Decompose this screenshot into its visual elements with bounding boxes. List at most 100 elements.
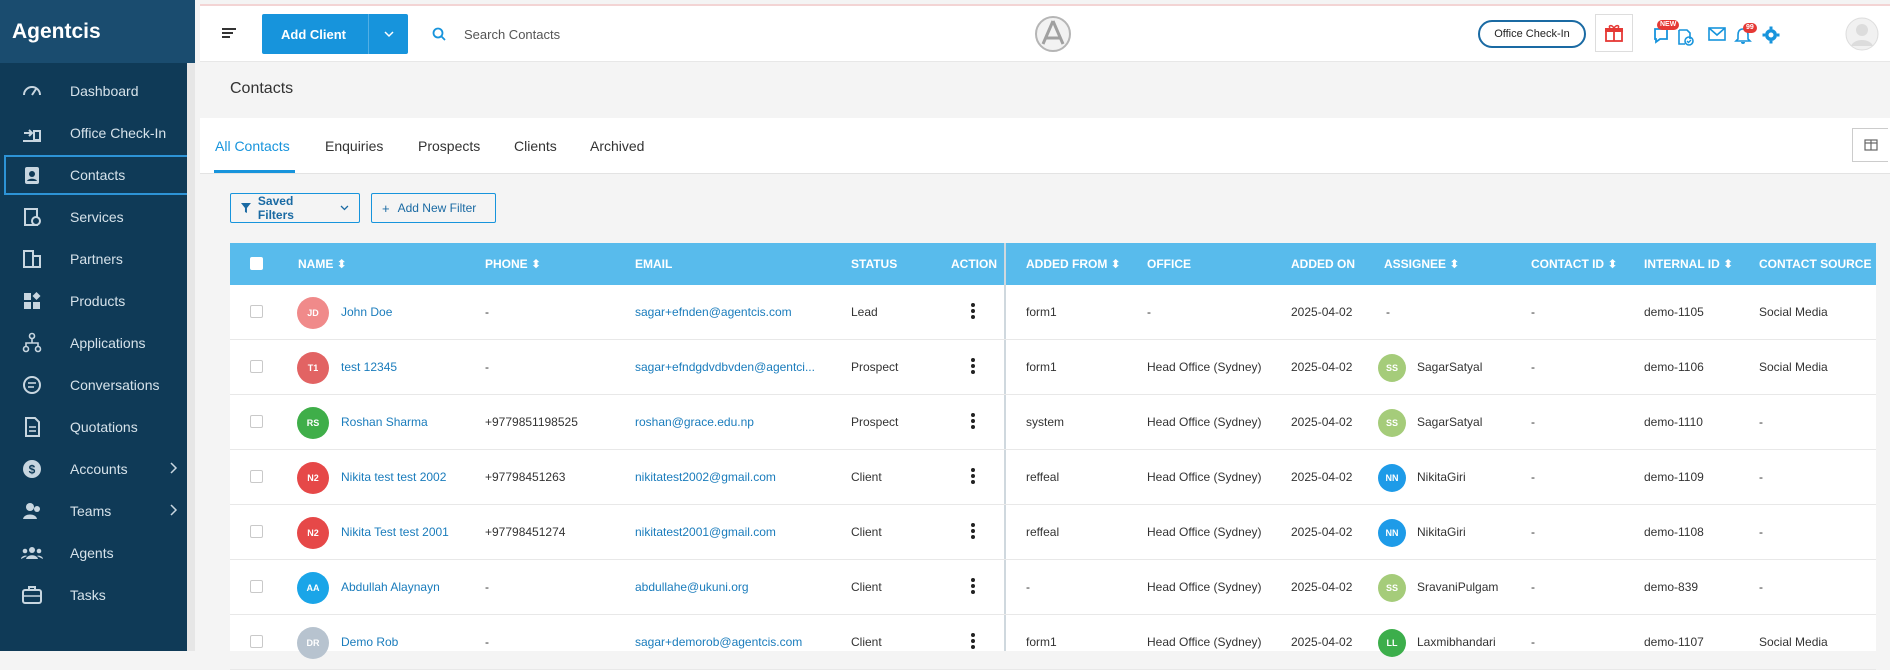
contact-assignee: - [1386, 305, 1390, 319]
search-input[interactable] [462, 22, 762, 46]
more-actions-icon[interactable] [970, 633, 976, 649]
page-title: Contacts [230, 80, 294, 97]
saved-filters-button[interactable]: Saved Filters [230, 193, 360, 223]
contact-avatar: RS [297, 407, 329, 439]
add-new-filter-button[interactable]: + Add New Filter [371, 193, 496, 223]
sidebar-item-quotations[interactable]: Quotations [4, 407, 191, 447]
table-row[interactable]: JD John Doe - sagar+efnden@agentcis.com … [230, 285, 1876, 340]
tab-clients[interactable]: Clients [514, 138, 557, 154]
services-icon [20, 205, 44, 229]
mail-icon[interactable] [1708, 26, 1726, 47]
contact-assignee: SagarSatyal [1417, 360, 1483, 374]
sidebar-item-label: Services [70, 209, 124, 225]
menu-toggle-icon[interactable] [222, 26, 238, 45]
table-row[interactable]: DR Demo Rob - sagar+demorob@agentcis.com… [230, 615, 1876, 670]
contact-email-link[interactable]: abdullahe@ukuni.org [635, 580, 749, 594]
contact-name-link[interactable]: John Doe [341, 305, 392, 319]
tab-all-contacts[interactable]: All Contacts [215, 138, 290, 154]
contact-email-link[interactable]: roshan@grace.edu.np [635, 415, 754, 429]
contact-name-link[interactable]: Demo Rob [341, 635, 398, 649]
contact-email-link[interactable]: sagar+efndgdvdbvden@agentci... [635, 360, 815, 374]
table-row[interactable]: T1 test 12345 - sagar+efndgdvdbvden@agen… [230, 340, 1876, 395]
tab-prospects[interactable]: Prospects [418, 138, 480, 154]
row-checkbox[interactable] [250, 470, 263, 483]
contact-added-from: - [1026, 580, 1030, 594]
sidebar-item-conversations[interactable]: Conversations [4, 365, 191, 405]
contact-assignee: SagarSatyal [1417, 415, 1483, 429]
sidebar-scrollbar[interactable] [187, 63, 195, 651]
contact-name-link[interactable]: test 12345 [341, 360, 397, 374]
table-row[interactable]: AA Abdullah Alaynayn - abdullahe@ukuni.o… [230, 560, 1876, 615]
contact-assignee: SravaniPulgam [1417, 580, 1499, 594]
sidebar-item-services[interactable]: Services [4, 197, 191, 237]
more-actions-icon[interactable] [970, 303, 976, 319]
more-actions-icon[interactable] [970, 468, 976, 484]
header-contact-id[interactable]: CONTACT ID ⬍ [1531, 257, 1618, 271]
header-added-from[interactable]: ADDED FROM ⬍ [1026, 257, 1121, 271]
sidebar-item-partners[interactable]: Partners [4, 239, 191, 279]
office-checkin-button[interactable]: Office Check-In [1478, 20, 1586, 48]
contact-phone: +97798451263 [485, 470, 566, 484]
header-phone[interactable]: PHONE ⬍ [485, 257, 541, 271]
more-actions-icon[interactable] [970, 578, 976, 594]
sidebar-item-applications[interactable]: Applications [4, 323, 191, 363]
sidebar-item-label: Contacts [70, 167, 126, 183]
contact-email-link[interactable]: sagar+efnden@agentcis.com [635, 305, 792, 319]
contact-assignee: NikitaGiri [1417, 470, 1466, 484]
tab-enquiries[interactable]: Enquiries [325, 138, 383, 154]
contact-name-link[interactable]: Nikita test test 2002 [341, 470, 446, 484]
row-checkbox[interactable] [250, 305, 263, 318]
row-checkbox[interactable] [250, 635, 263, 648]
sidebar-item-products[interactable]: Products [4, 281, 191, 321]
company-logo-icon[interactable] [1033, 14, 1073, 59]
contact-email-link[interactable]: sagar+demorob@agentcis.com [635, 635, 802, 649]
select-all-checkbox[interactable] [250, 257, 263, 270]
contact-email-link[interactable]: nikitatest2002@gmail.com [635, 470, 776, 484]
more-actions-icon[interactable] [970, 358, 976, 374]
row-checkbox[interactable] [250, 360, 263, 373]
sidebar-item-accounts[interactable]: $ Accounts [4, 449, 191, 489]
contact-email-link[interactable]: nikitatest2001@gmail.com [635, 525, 776, 539]
row-checkbox[interactable] [250, 525, 263, 538]
more-actions-icon[interactable] [970, 523, 976, 539]
sidebar-item-dashboard[interactable]: Dashboard [4, 71, 191, 111]
contact-name-link[interactable]: Nikita Test test 2001 [341, 525, 449, 539]
row-checkbox[interactable] [250, 580, 263, 593]
whats-new-icon[interactable]: NEW [1652, 20, 1680, 49]
contact-name-link[interactable]: Abdullah Alaynayn [341, 580, 440, 594]
brand-logo[interactable]: Agentcis [0, 0, 195, 63]
assignee-avatar: LL [1378, 629, 1406, 657]
document-check-icon[interactable] [1676, 28, 1694, 51]
teams-icon [20, 499, 44, 523]
header-internal-id[interactable]: INTERNAL ID ⬍ [1644, 257, 1733, 271]
notification-bell-icon[interactable]: 99 [1734, 23, 1757, 50]
row-checkbox[interactable] [250, 415, 263, 428]
gear-icon[interactable] [1762, 26, 1780, 49]
assignee-avatar: SS [1378, 354, 1406, 382]
sidebar-item-tasks[interactable]: Tasks [4, 575, 191, 615]
chevron-down-icon[interactable] [368, 14, 408, 54]
table-row[interactable]: N2 Nikita test test 2002 +97798451263 ni… [230, 450, 1876, 505]
products-icon [20, 289, 44, 313]
table-row[interactable]: N2 Nikita Test test 2001 +97798451274 ni… [230, 505, 1876, 560]
contact-status: Prospect [851, 360, 899, 374]
contact-id: - [1531, 305, 1535, 319]
svg-text:$: $ [29, 463, 36, 477]
sidebar-item-agents[interactable]: Agents [4, 533, 191, 573]
column-layout-icon[interactable] [1852, 128, 1888, 162]
gift-icon[interactable] [1595, 14, 1633, 52]
header-assignee[interactable]: ASSIGNEE ⬍ [1384, 257, 1459, 271]
more-actions-icon[interactable] [970, 413, 976, 429]
user-avatar[interactable] [1845, 17, 1879, 56]
sidebar-item-office-checkin[interactable]: Office Check-In [4, 113, 191, 153]
table-row[interactable]: RS Roshan Sharma +9779851198525 roshan@g… [230, 395, 1876, 450]
sidebar-item-contacts[interactable]: Contacts [4, 155, 191, 195]
contact-name-link[interactable]: Roshan Sharma [341, 415, 428, 429]
assignee-avatar: SS [1378, 409, 1406, 437]
contact-office: Head Office (Sydney) [1147, 470, 1262, 484]
sidebar-item-teams[interactable]: Teams [4, 491, 191, 531]
tab-archived[interactable]: Archived [590, 138, 644, 154]
header-name[interactable]: NAME ⬍ [298, 257, 347, 271]
add-client-button[interactable]: Add Client [262, 14, 408, 54]
search-icon[interactable] [432, 27, 446, 46]
